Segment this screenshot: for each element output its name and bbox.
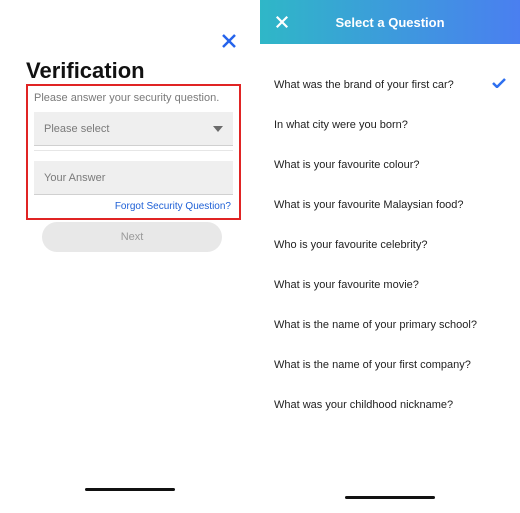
question-list: What was the brand of your first car? In …	[260, 44, 520, 425]
home-indicator	[85, 488, 175, 491]
chevron-down-icon	[213, 123, 223, 135]
question-text: What is the name of your first company?	[274, 359, 471, 371]
question-text: Who is your favourite celebrity?	[274, 239, 427, 251]
question-option[interactable]: What was the brand of your first car?	[260, 64, 520, 105]
check-icon	[492, 78, 506, 91]
highlighted-region: Please answer your security question. Pl…	[26, 84, 241, 220]
answer-placeholder: Your Answer	[44, 172, 105, 184]
answer-input[interactable]: Your Answer	[34, 161, 233, 195]
question-option[interactable]: In what city were you born?	[260, 105, 520, 145]
security-question-select[interactable]: Please select	[34, 112, 233, 146]
verification-screen: Verification Please answer your security…	[0, 0, 260, 513]
question-text: What is your favourite colour?	[274, 159, 420, 171]
forgot-security-question-link[interactable]: Forgot Security Question?	[28, 199, 239, 212]
question-option[interactable]: What is your favourite colour?	[260, 145, 520, 185]
question-text: What is the name of your primary school?	[274, 319, 477, 331]
question-option[interactable]: Who is your favourite celebrity?	[260, 225, 520, 265]
home-indicator	[345, 496, 435, 499]
question-text: What is your favourite movie?	[274, 279, 419, 291]
question-option[interactable]: What is your favourite movie?	[260, 265, 520, 305]
question-text: What is your favourite Malaysian food?	[274, 199, 464, 211]
close-icon[interactable]	[218, 30, 240, 52]
modal-header: Select a Question	[260, 0, 520, 44]
question-text: In what city were you born?	[274, 119, 408, 131]
instruction-text: Please answer your security question.	[28, 86, 239, 112]
select-question-screen: Select a Question What was the brand of …	[260, 0, 520, 513]
next-button[interactable]: Next	[42, 222, 222, 252]
question-text: What was the brand of your first car?	[274, 79, 454, 91]
page-title: Verification	[26, 58, 145, 84]
divider	[34, 150, 233, 151]
question-text: What was your childhood nickname?	[274, 399, 453, 411]
close-icon[interactable]	[270, 10, 294, 34]
modal-title: Select a Question	[335, 15, 444, 30]
question-option[interactable]: What is your favourite Malaysian food?	[260, 185, 520, 225]
question-option[interactable]: What is the name of your first company?	[260, 345, 520, 385]
question-option[interactable]: What was your childhood nickname?	[260, 385, 520, 425]
select-placeholder: Please select	[44, 123, 109, 135]
question-option[interactable]: What is the name of your primary school?	[260, 305, 520, 345]
